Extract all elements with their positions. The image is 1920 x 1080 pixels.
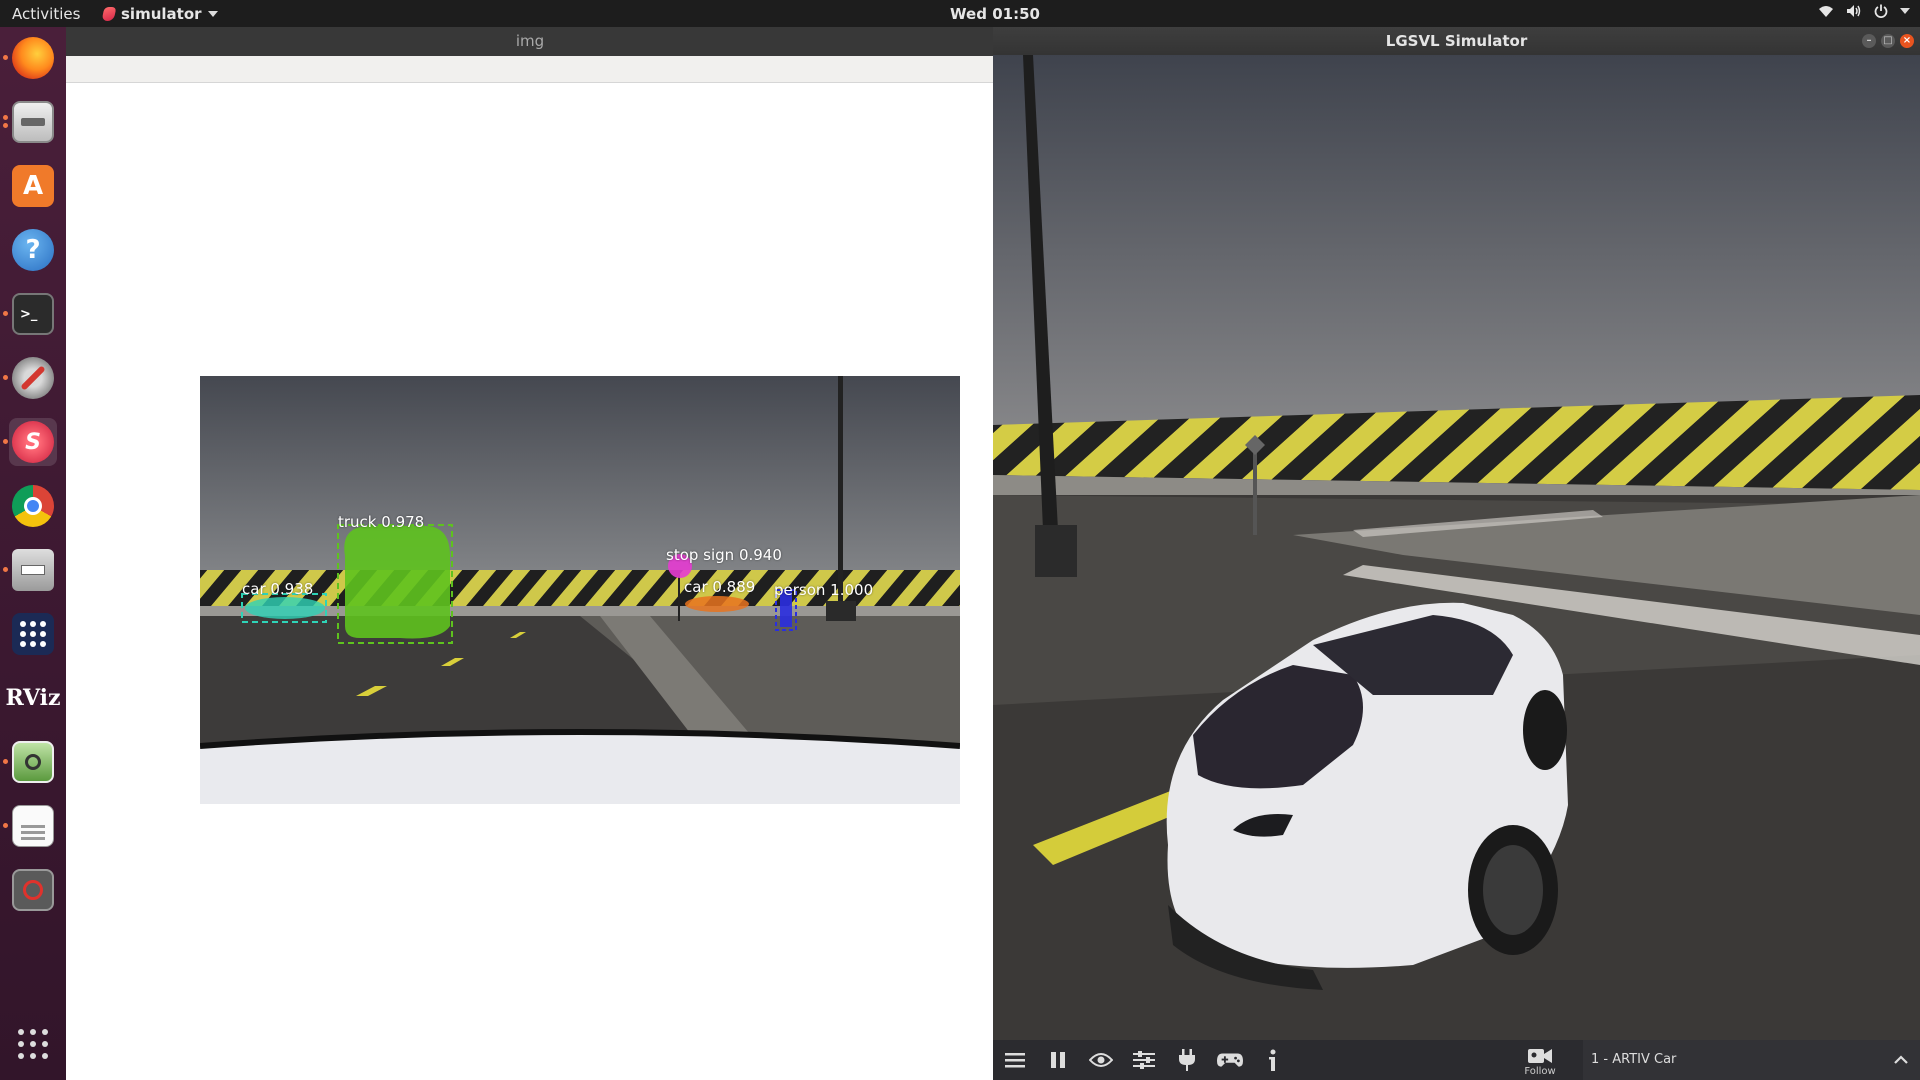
simulator-viewport[interactable]: [993, 55, 1920, 1040]
chrome-icon: [12, 485, 54, 527]
blocked-icon: [12, 869, 54, 911]
sliders-icon[interactable]: [1131, 1048, 1157, 1072]
window-title[interactable]: LGSVL Simulator – □ ×: [993, 27, 1920, 55]
simulator-window: LGSVL Simulator – □ × Follow 1 - ARTIV C…: [993, 27, 1920, 1080]
dock-item-help[interactable]: ?: [9, 226, 57, 274]
volume-icon: [1847, 5, 1861, 17]
maximize-icon[interactable]: □: [1881, 34, 1895, 48]
detection-label-car: car 0.889: [684, 578, 756, 596]
detection-image: car 0.938 truck 0.978 stop sign 0.940 ca…: [200, 376, 960, 804]
window-title[interactable]: img: [66, 27, 994, 56]
dock-item-printer[interactable]: [3, 546, 57, 594]
detection-label-stop-sign: stop sign 0.940: [666, 546, 782, 564]
chevron-down-icon: [1900, 8, 1910, 14]
follow-label: Follow: [1524, 1066, 1556, 1077]
dock-item-firefox[interactable]: [3, 34, 57, 82]
firefox-icon: [12, 37, 54, 79]
window-title-label: LGSVL Simulator: [1385, 32, 1528, 50]
menu-icon[interactable]: [1002, 1048, 1028, 1072]
software-center-icon: A: [12, 165, 54, 207]
printer-icon: [12, 549, 54, 591]
dock-item-software-center[interactable]: A: [9, 162, 57, 210]
minimize-icon[interactable]: –: [1862, 34, 1876, 48]
window-toolbar: [66, 56, 994, 83]
dock-item-image-viewer[interactable]: [3, 738, 57, 786]
dock-item-terminal[interactable]: >_: [3, 290, 57, 338]
info-icon[interactable]: [1260, 1048, 1286, 1072]
dock-item-rviz[interactable]: RViz: [5, 674, 61, 722]
clock[interactable]: Wed 01:50: [950, 5, 1040, 23]
simulator-app-icon: [101, 7, 117, 21]
help-icon: ?: [12, 229, 54, 271]
top-bar: Activities simulator Wed 01:50: [0, 0, 1920, 27]
dock-item-simulator[interactable]: S: [3, 418, 57, 466]
file-manager-icon: [12, 101, 54, 143]
simulator-toolbar: Follow 1 - ARTIV Car: [993, 1040, 1920, 1080]
chevron-down-icon: [207, 11, 218, 17]
vehicle-selector[interactable]: 1 - ARTIV Car: [1583, 1040, 1920, 1080]
dock-item-blocked-app[interactable]: [9, 866, 57, 914]
text-editor-icon: [12, 805, 54, 847]
dock-item-files[interactable]: [3, 98, 57, 146]
plug-icon[interactable]: [1174, 1048, 1200, 1072]
image-viewer-icon: [12, 741, 54, 783]
gamepad-icon[interactable]: [1217, 1048, 1243, 1072]
vehicle-label: 1 - ARTIV Car: [1591, 1052, 1677, 1067]
img-window: img car 0.938 truck 0.978 stop sign 0.94…: [66, 27, 994, 1080]
app-grid-icon: [12, 613, 54, 655]
wifi-icon: [1819, 6, 1833, 17]
camera-icon: [1528, 1049, 1552, 1063]
show-applications-icon[interactable]: [17, 1028, 49, 1064]
dock-item-app-grid[interactable]: [9, 610, 57, 658]
detection-label-truck: truck 0.978: [338, 513, 425, 531]
detection-label-car: car 0.938: [242, 580, 314, 598]
eye-icon[interactable]: [1088, 1048, 1114, 1072]
terminal-icon: >_: [12, 293, 54, 335]
settings-wrench-icon: [12, 357, 54, 399]
pause-icon[interactable]: [1045, 1048, 1071, 1072]
simulator-icon: S: [12, 421, 54, 463]
rviz-icon: RViz: [5, 685, 61, 711]
detection-label-person: person 1.000: [774, 581, 874, 599]
scene-render: [993, 55, 1920, 1040]
close-icon[interactable]: ×: [1900, 34, 1914, 48]
system-tray[interactable]: [1818, 4, 1910, 18]
dock-item-system-tools[interactable]: [3, 354, 57, 402]
power-icon: [1874, 4, 1888, 18]
activities-button[interactable]: Activities: [12, 5, 80, 23]
app-menu[interactable]: simulator: [101, 5, 218, 23]
app-menu-label: simulator: [121, 5, 202, 23]
chevron-up-icon: [1894, 1055, 1908, 1064]
follow-camera-button[interactable]: Follow: [1518, 1042, 1562, 1077]
dock-item-chrome[interactable]: [9, 482, 57, 530]
dock-item-text-editor[interactable]: [3, 802, 57, 850]
dock: A ? >_ S RViz: [0, 27, 66, 1080]
